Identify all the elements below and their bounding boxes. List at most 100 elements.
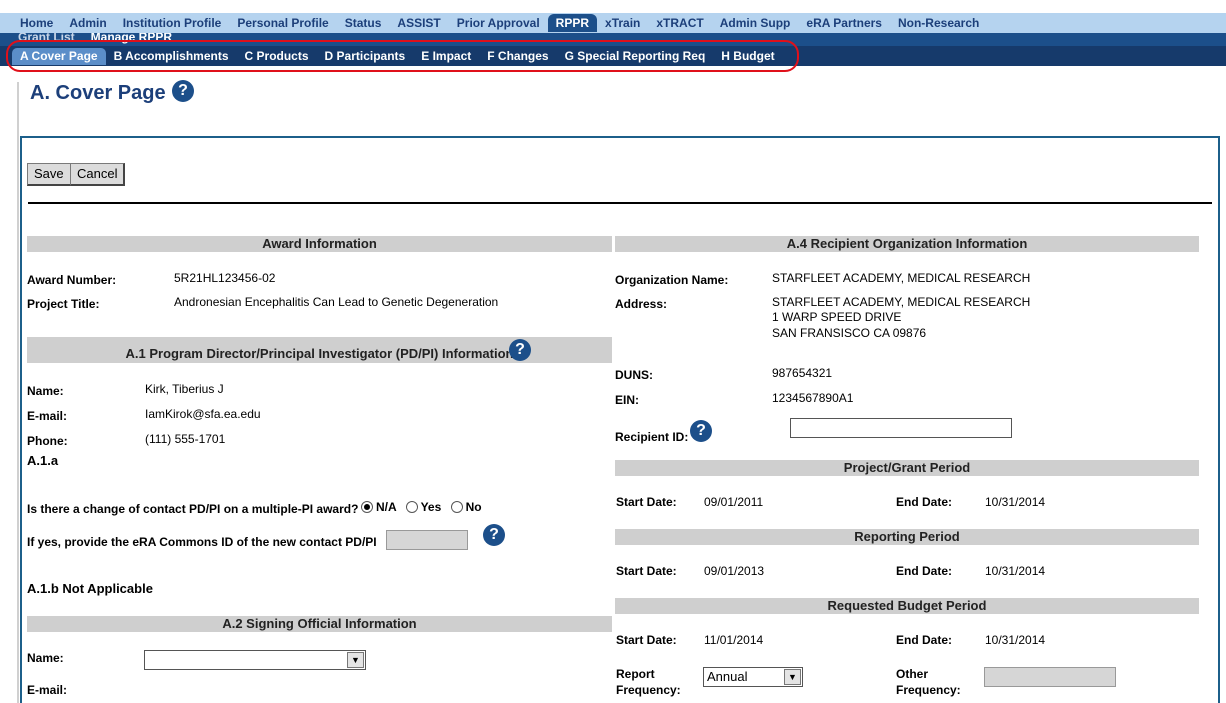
help-icon[interactable]: ? (690, 420, 712, 442)
contact-change-radio-group: N/A Yes No (361, 500, 482, 514)
other-frequency-label-1: Other (896, 667, 929, 681)
other-frequency-label-2: Frequency: (896, 683, 961, 697)
top-nav: Home Admin Institution Profile Personal Pro… (0, 0, 1226, 33)
report-frequency-label-1: Report (616, 667, 655, 681)
section-tab-b-accomplishments[interactable]: B Accomplishments (106, 48, 237, 65)
cover-page-panel: Save Cancel Award Information Award Numb… (20, 136, 1220, 703)
budget-start-label: Start Date: (616, 633, 677, 647)
help-icon[interactable]: ? (509, 339, 531, 361)
section-tab-c-products[interactable]: C Products (237, 48, 317, 65)
pdpi-name: Kirk, Tiberius J (145, 382, 224, 396)
left-border (17, 82, 19, 703)
duns-label: DUNS: (615, 368, 653, 382)
chevron-down-icon: ▼ (347, 652, 364, 668)
nav-tab-status[interactable]: Status (337, 14, 390, 32)
nav-tab-non-research[interactable]: Non-Research (890, 14, 987, 32)
award-info-heading: Award Information (27, 236, 612, 252)
project-title: Andronesian Encephalitis Can Lead to Gen… (174, 295, 499, 309)
section-tab-a-cover-page[interactable]: A Cover Page (12, 47, 106, 65)
other-frequency-input[interactable] (984, 667, 1116, 687)
report-frequency-value: Annual (707, 669, 748, 684)
commons-id-question: If yes, provide the eRA Commons ID of th… (27, 535, 377, 549)
help-icon[interactable]: ? (172, 80, 194, 102)
pdpi-phone: (111) 555-1701 (145, 432, 226, 446)
org-name: STARFLEET ACADEMY, MEDICAL RESEARCH (772, 271, 1031, 285)
pdpi-phone-label: Phone: (27, 434, 68, 448)
project-title-label: Project Title: (27, 297, 100, 311)
grant-period-heading: Project/Grant Period (615, 460, 1199, 476)
address-line2: 1 WARP SPEED DRIVE (772, 310, 902, 324)
address-line1: STARFLEET ACADEMY, MEDICAL RESEARCH (772, 295, 1031, 309)
nav-tab-assist[interactable]: ASSIST (389, 14, 448, 32)
sub-nav: Grant List Manage RPPR (0, 33, 1226, 46)
commons-id-input[interactable] (386, 530, 468, 550)
award-number-label: Award Number: (27, 273, 117, 287)
section-tab-d-participants[interactable]: D Participants (317, 48, 414, 65)
radio-na[interactable]: N/A (361, 500, 396, 514)
budget-end-label: End Date: (896, 633, 953, 647)
signing-official-select[interactable]: ▼ (144, 650, 366, 670)
nav-tab-xtrain[interactable]: xTrain (597, 14, 648, 32)
pdpi-email: IamKirok@sfa.ea.edu (145, 407, 261, 421)
grant-end-label: End Date: (896, 495, 953, 509)
nav-tab-rppr[interactable]: RPPR (547, 14, 598, 32)
section-tab-f-changes[interactable]: F Changes (479, 48, 556, 65)
section-tab-e-impact[interactable]: E Impact (413, 48, 479, 65)
pdpi-heading-text: A.1 Program Director/Principal Investiga… (125, 346, 514, 361)
nav-tab-admin[interactable]: Admin (61, 14, 114, 32)
budget-period-heading: Requested Budget Period (615, 598, 1199, 614)
address-line3: SAN FRANSISCO CA 09876 (772, 326, 927, 340)
reporting-start-label: Start Date: (616, 564, 677, 578)
radio-yes-label: Yes (420, 500, 442, 514)
grant-start: 09/01/2011 (704, 495, 764, 509)
save-button[interactable]: Save (27, 163, 72, 186)
reporting-period-heading: Reporting Period (615, 529, 1199, 545)
nav-tab-prior-approval[interactable]: Prior Approval (449, 14, 548, 32)
reporting-end-label: End Date: (896, 564, 953, 578)
reporting-end: 10/31/2014 (985, 564, 1046, 578)
nav-tab-admin-supp[interactable]: Admin Supp (712, 14, 799, 32)
page-title: A. Cover Page (30, 82, 166, 104)
subnav-manage-rppr[interactable]: Manage RPPR (91, 33, 172, 44)
radio-yes[interactable]: Yes (405, 500, 442, 514)
award-number: 5R21HL123456-02 (174, 271, 276, 285)
recipient-id-label: Recipient ID: (615, 430, 689, 444)
signing-name-label: Name: (27, 651, 64, 665)
org-name-label: Organization Name: (615, 273, 729, 287)
nav-tab-era-partners[interactable]: eRA Partners (798, 14, 890, 32)
grant-start-label: Start Date: (616, 495, 677, 509)
a1b-label: A.1.b Not Applicable (27, 581, 153, 596)
subnav-grant-list[interactable]: Grant List (18, 33, 75, 44)
nav-tab-institution-profile[interactable]: Institution Profile (115, 14, 230, 32)
address-label: Address: (615, 297, 668, 311)
pdpi-email-label: E-mail: (27, 409, 68, 423)
cancel-button[interactable]: Cancel (70, 163, 126, 186)
radio-yes-circle[interactable] (405, 501, 418, 513)
grant-end: 10/31/2014 (985, 495, 1046, 509)
nav-tab-xtract[interactable]: xTRACT (648, 14, 711, 32)
signing-official-heading: A.2 Signing Official Information (27, 616, 612, 632)
signing-email-label: E-mail: (27, 683, 68, 697)
radio-no-circle[interactable] (450, 501, 463, 513)
report-frequency-select[interactable]: Annual ▼ (703, 667, 803, 687)
duns: 987654321 (772, 366, 833, 380)
budget-end: 10/31/2014 (985, 633, 1046, 647)
nav-tab-personal-profile[interactable]: Personal Profile (229, 14, 336, 32)
section-tab-h-budget[interactable]: H Budget (713, 48, 782, 65)
recipient-org-heading: A.4 Recipient Organization Information (615, 236, 1199, 252)
nav-tab-home[interactable]: Home (12, 14, 61, 32)
reporting-start: 09/01/2013 (704, 564, 765, 578)
radio-no[interactable]: No (450, 500, 482, 514)
divider (28, 202, 1212, 204)
pdpi-name-label: Name: (27, 384, 64, 398)
ein: 1234567890A1 (772, 391, 854, 405)
ein-label: EIN: (615, 393, 639, 407)
radio-no-label: No (465, 500, 482, 514)
help-icon[interactable]: ? (483, 524, 505, 546)
recipient-id-input[interactable] (790, 418, 1012, 438)
radio-na-circle[interactable] (361, 501, 373, 513)
section-tab-g-special-reporting-req[interactable]: G Special Reporting Req (557, 48, 714, 65)
report-frequency-label-2: Frequency: (616, 683, 681, 697)
change-contact-question: Is there a change of contact PD/PI on a … (27, 502, 359, 516)
a1a-label: A.1.a (27, 453, 59, 468)
